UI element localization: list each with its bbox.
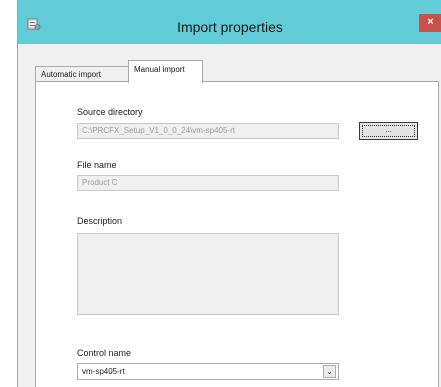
manual-import-panel: Source directory C:\PRCFX_Setup_V1_0_0_2… (35, 81, 439, 387)
file-name-field[interactable]: Product C (77, 175, 339, 191)
file-name-label: File name (77, 160, 117, 170)
import-properties-window: Import properties × Automatic import Man… (17, 0, 441, 387)
description-textarea[interactable] (77, 233, 339, 315)
tab-manual-import[interactable]: Manual import (128, 60, 203, 83)
focus-rectangle (362, 125, 415, 137)
close-button[interactable]: × (419, 14, 441, 32)
chevron-down-icon[interactable]: ⌄ (323, 365, 336, 378)
close-icon: × (427, 16, 434, 28)
source-directory-label: Source directory (77, 107, 143, 117)
control-name-label: Control name (77, 348, 132, 358)
description-label: Description (77, 216, 123, 226)
window-title: Import properties (177, 19, 283, 35)
control-name-select[interactable]: vm-sp405-rt ⌄ (77, 363, 339, 380)
browse-button[interactable]: ... (359, 122, 418, 140)
title-bar[interactable]: Import properties × (18, 0, 441, 44)
control-name-value: vm-sp405-rt (82, 367, 125, 376)
source-directory-field[interactable]: C:\PRCFX_Setup_V1_0_0_24\vm-sp405-rt (77, 123, 339, 139)
